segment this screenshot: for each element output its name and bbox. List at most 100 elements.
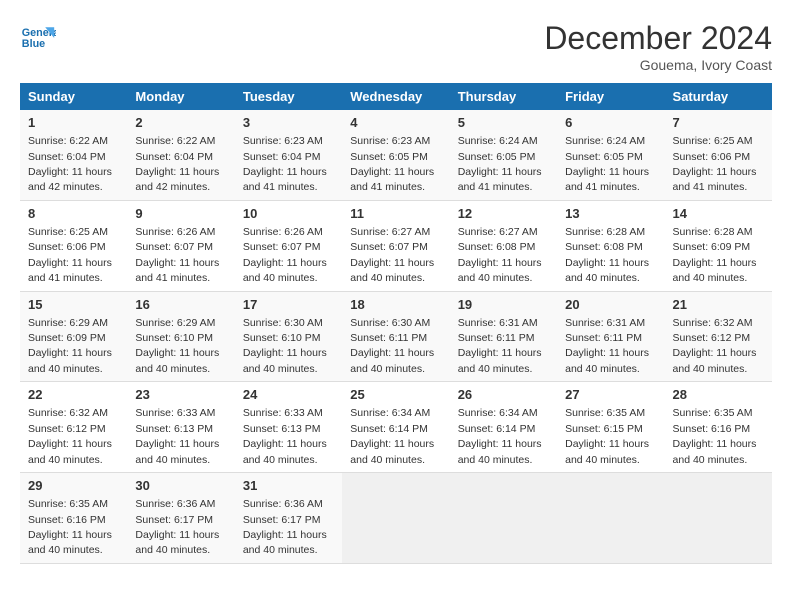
weekday-header-friday: Friday (557, 83, 664, 110)
day-info: Sunrise: 6:31 AMSunset: 6:11 PMDaylight:… (458, 317, 542, 375)
calendar-day-31: 31 Sunrise: 6:36 AMSunset: 6:17 PMDayligh… (235, 473, 342, 564)
empty-cell (665, 473, 772, 564)
day-number: 5 (458, 114, 549, 132)
empty-cell (342, 473, 449, 564)
day-info: Sunrise: 6:34 AMSunset: 6:14 PMDaylight:… (350, 407, 434, 465)
calendar-day-10: 10 Sunrise: 6:26 AMSunset: 6:07 PMDayligh… (235, 200, 342, 291)
day-info: Sunrise: 6:26 AMSunset: 6:07 PMDaylight:… (135, 226, 219, 284)
day-number: 8 (28, 205, 119, 223)
month-title: December 2024 (544, 20, 772, 57)
day-info: Sunrise: 6:22 AMSunset: 6:04 PMDaylight:… (28, 135, 112, 193)
day-number: 19 (458, 296, 549, 314)
calendar-day-16: 16Sunrise: 6:29 AMSunset: 6:10 PMDayligh… (127, 291, 234, 382)
day-number: 25 (350, 386, 441, 404)
day-number: 13 (565, 205, 656, 223)
day-number: 10 (243, 205, 334, 223)
day-number: 11 (350, 205, 441, 223)
day-info: Sunrise: 6:25 AMSunset: 6:06 PMDaylight:… (28, 226, 112, 284)
calendar-day-1: 1 Sunrise: 6:22 AMSunset: 6:04 PMDaylight… (20, 110, 127, 200)
day-info: Sunrise: 6:30 AMSunset: 6:10 PMDaylight:… (243, 317, 327, 375)
calendar-day-5: 5Sunrise: 6:24 AMSunset: 6:05 PMDaylight… (450, 110, 557, 200)
empty-cell (557, 473, 664, 564)
calendar-day-27: 27Sunrise: 6:35 AMSunset: 6:15 PMDayligh… (557, 382, 664, 473)
logo-icon: General Blue (20, 20, 56, 56)
day-number: 22 (28, 386, 119, 404)
calendar-day-14: 14 Sunrise: 6:28 AMSunset: 6:09 PMDayligh… (665, 200, 772, 291)
day-info: Sunrise: 6:25 AMSunset: 6:06 PMDaylight:… (673, 135, 757, 193)
calendar-day-17: 17 Sunrise: 6:30 AMSunset: 6:10 PMDayligh… (235, 291, 342, 382)
calendar-week-4: 22Sunrise: 6:32 AMSunset: 6:12 PMDayligh… (20, 382, 772, 473)
day-info: Sunrise: 6:26 AMSunset: 6:07 PMDaylight:… (243, 226, 327, 284)
calendar-week-5: 29Sunrise: 6:35 AMSunset: 6:16 PMDayligh… (20, 473, 772, 564)
calendar-day-20: 20 Sunrise: 6:31 AMSunset: 6:11 PMDayligh… (557, 291, 664, 382)
day-number: 18 (350, 296, 441, 314)
day-number: 30 (135, 477, 226, 495)
day-number: 24 (243, 386, 334, 404)
weekday-header-monday: Monday (127, 83, 234, 110)
day-info: Sunrise: 6:22 AMSunset: 6:04 PMDaylight:… (135, 135, 219, 193)
weekday-header-thursday: Thursday (450, 83, 557, 110)
calendar-week-3: 15Sunrise: 6:29 AMSunset: 6:09 PMDayligh… (20, 291, 772, 382)
calendar-day-22: 22Sunrise: 6:32 AMSunset: 6:12 PMDayligh… (20, 382, 127, 473)
day-info: Sunrise: 6:33 AMSunset: 6:13 PMDaylight:… (135, 407, 219, 465)
day-number: 26 (458, 386, 549, 404)
calendar-day-13: 13Sunrise: 6:28 AMSunset: 6:08 PMDayligh… (557, 200, 664, 291)
calendar-day-12: 12Sunrise: 6:27 AMSunset: 6:08 PMDayligh… (450, 200, 557, 291)
day-info: Sunrise: 6:36 AMSunset: 6:17 PMDaylight:… (243, 498, 327, 556)
day-number: 12 (458, 205, 549, 223)
logo: General Blue (20, 20, 60, 56)
calendar-day-9: 9 Sunrise: 6:26 AMSunset: 6:07 PMDaylight… (127, 200, 234, 291)
day-number: 29 (28, 477, 119, 495)
day-number: 31 (243, 477, 334, 495)
day-number: 2 (135, 114, 226, 132)
calendar-day-8: 8 Sunrise: 6:25 AMSunset: 6:06 PMDaylight… (20, 200, 127, 291)
day-info: Sunrise: 6:27 AMSunset: 6:07 PMDaylight:… (350, 226, 434, 284)
calendar-day-29: 29Sunrise: 6:35 AMSunset: 6:16 PMDayligh… (20, 473, 127, 564)
day-number: 4 (350, 114, 441, 132)
day-info: Sunrise: 6:29 AMSunset: 6:10 PMDaylight:… (135, 317, 219, 375)
day-number: 23 (135, 386, 226, 404)
day-number: 15 (28, 296, 119, 314)
calendar-day-3: 3 Sunrise: 6:23 AMSunset: 6:04 PMDaylight… (235, 110, 342, 200)
calendar-table: SundayMondayTuesdayWednesdayThursdayFrid… (20, 83, 772, 564)
weekday-header-wednesday: Wednesday (342, 83, 449, 110)
day-number: 1 (28, 114, 119, 132)
calendar-week-2: 8 Sunrise: 6:25 AMSunset: 6:06 PMDaylight… (20, 200, 772, 291)
day-info: Sunrise: 6:31 AMSunset: 6:11 PMDaylight:… (565, 317, 649, 375)
day-info: Sunrise: 6:23 AMSunset: 6:05 PMDaylight:… (350, 135, 434, 193)
calendar-day-30: 30Sunrise: 6:36 AMSunset: 6:17 PMDayligh… (127, 473, 234, 564)
calendar-day-19: 19 Sunrise: 6:31 AMSunset: 6:11 PMDayligh… (450, 291, 557, 382)
weekday-header-sunday: Sunday (20, 83, 127, 110)
day-number: 14 (673, 205, 764, 223)
calendar-day-26: 26 Sunrise: 6:34 AMSunset: 6:14 PMDayligh… (450, 382, 557, 473)
day-info: Sunrise: 6:32 AMSunset: 6:12 PMDaylight:… (673, 317, 757, 375)
day-info: Sunrise: 6:28 AMSunset: 6:09 PMDaylight:… (673, 226, 757, 284)
calendar-day-6: 6Sunrise: 6:24 AMSunset: 6:05 PMDaylight… (557, 110, 664, 200)
svg-text:Blue: Blue (22, 38, 45, 50)
calendar-day-23: 23 Sunrise: 6:33 AMSunset: 6:13 PMDayligh… (127, 382, 234, 473)
calendar-day-15: 15Sunrise: 6:29 AMSunset: 6:09 PMDayligh… (20, 291, 127, 382)
location: Gouema, Ivory Coast (544, 57, 772, 73)
weekday-header-saturday: Saturday (665, 83, 772, 110)
day-number: 3 (243, 114, 334, 132)
calendar-day-7: 7 Sunrise: 6:25 AMSunset: 6:06 PMDaylight… (665, 110, 772, 200)
title-block: December 2024 Gouema, Ivory Coast (544, 20, 772, 73)
calendar-day-18: 18Sunrise: 6:30 AMSunset: 6:11 PMDayligh… (342, 291, 449, 382)
calendar-day-25: 25 Sunrise: 6:34 AMSunset: 6:14 PMDayligh… (342, 382, 449, 473)
day-number: 7 (673, 114, 764, 132)
calendar-day-4: 4 Sunrise: 6:23 AMSunset: 6:05 PMDaylight… (342, 110, 449, 200)
calendar-day-24: 24 Sunrise: 6:33 AMSunset: 6:13 PMDayligh… (235, 382, 342, 473)
day-info: Sunrise: 6:24 AMSunset: 6:05 PMDaylight:… (565, 135, 649, 193)
empty-cell (450, 473, 557, 564)
page-header: General Blue December 2024 Gouema, Ivory… (20, 20, 772, 73)
day-info: Sunrise: 6:33 AMSunset: 6:13 PMDaylight:… (243, 407, 327, 465)
calendar-day-2: 2 Sunrise: 6:22 AMSunset: 6:04 PMDaylight… (127, 110, 234, 200)
day-info: Sunrise: 6:23 AMSunset: 6:04 PMDaylight:… (243, 135, 327, 193)
calendar-day-21: 21Sunrise: 6:32 AMSunset: 6:12 PMDayligh… (665, 291, 772, 382)
calendar-week-1: 1 Sunrise: 6:22 AMSunset: 6:04 PMDaylight… (20, 110, 772, 200)
day-number: 9 (135, 205, 226, 223)
day-number: 20 (565, 296, 656, 314)
day-info: Sunrise: 6:34 AMSunset: 6:14 PMDaylight:… (458, 407, 542, 465)
day-number: 28 (673, 386, 764, 404)
day-number: 17 (243, 296, 334, 314)
